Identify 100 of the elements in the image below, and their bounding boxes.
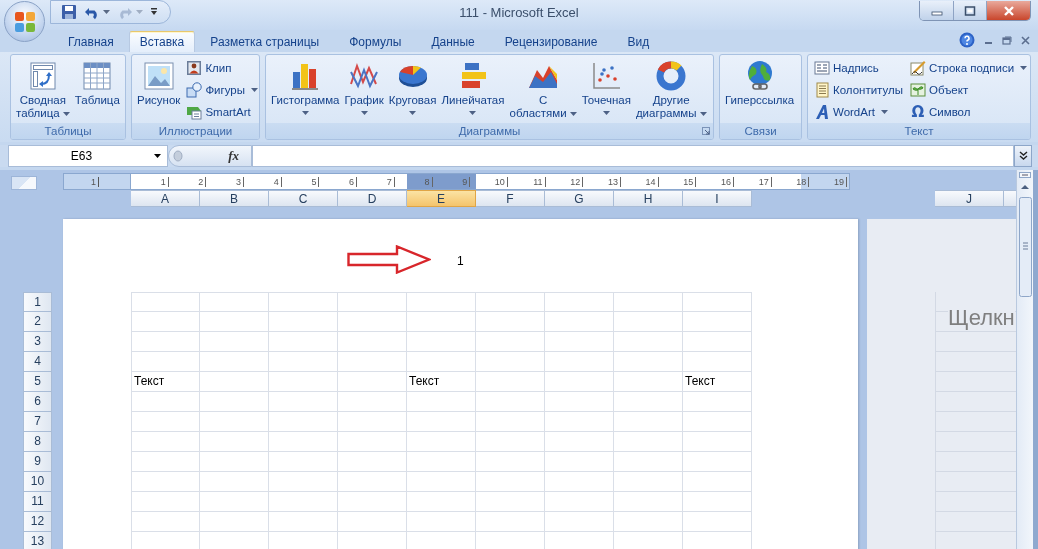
table-cell — [407, 432, 476, 452]
close-icon[interactable] — [1021, 35, 1030, 45]
table-cell — [476, 352, 545, 372]
ribbon-tab[interactable]: Рецензирование — [489, 31, 613, 52]
column-header[interactable]: H — [614, 190, 683, 207]
caret-icon — [154, 154, 161, 158]
ribbon-button[interactable]: График — [342, 57, 386, 115]
ribbon-button[interactable]: Точечная — [579, 57, 633, 115]
table-cell — [614, 352, 683, 372]
help-icon[interactable] — [959, 32, 975, 48]
ribbon-button[interactable]: SmartArt — [183, 102, 259, 122]
row-header[interactable]: 11 — [23, 492, 52, 512]
table-cell — [338, 452, 407, 472]
formula-input[interactable] — [252, 145, 1014, 167]
ribbon-button[interactable]: Гиперссылка — [723, 57, 797, 107]
table-cell — [200, 292, 269, 312]
table-cell — [131, 512, 200, 532]
table-cell — [545, 432, 614, 452]
table-cell — [614, 372, 683, 392]
ribbon-button[interactable]: Фигуры — [183, 80, 259, 100]
group-title: Диаграммы — [458, 125, 521, 137]
ribbon-button[interactable]: Сводная таблица — [14, 57, 72, 120]
column-header[interactable]: B — [200, 190, 269, 207]
ribbon-tab[interactable]: Вид — [612, 31, 665, 52]
row-header[interactable]: 10 — [23, 472, 52, 492]
row-header[interactable]: 3 — [23, 332, 52, 352]
wordart-icon — [814, 104, 830, 120]
select-all-button[interactable] — [11, 176, 37, 190]
scroll-thumb-icon[interactable] — [1018, 197, 1032, 297]
group-title: Таблицы — [44, 125, 92, 137]
ribbon-button[interactable]: Ω Символ — [907, 102, 1030, 122]
ribbon-tab[interactable]: Разметка страницы — [195, 31, 335, 52]
name-box[interactable]: E63 — [8, 145, 168, 167]
table-cell — [407, 332, 476, 352]
row-header[interactable]: 8 — [23, 432, 52, 452]
ribbon-button[interactable]: Строка подписи — [907, 58, 1030, 78]
table-cell — [131, 432, 200, 452]
ribbon-button[interactable]: С областями — [507, 57, 579, 120]
column-header[interactable]: F — [476, 190, 545, 207]
column-header[interactable]: E — [407, 190, 476, 207]
split-icon[interactable] — [1019, 172, 1031, 178]
row-header[interactable]: 2 — [23, 312, 52, 332]
row-header[interactable]: 9 — [23, 452, 52, 472]
column-header[interactable]: G — [545, 190, 614, 207]
ribbon-button[interactable]: Клип — [183, 58, 259, 78]
table-cell — [476, 332, 545, 352]
column-header[interactable]: C — [269, 190, 338, 207]
table-cell — [338, 472, 407, 492]
table-cell — [476, 392, 545, 412]
table-cell — [545, 412, 614, 432]
ribbon-button[interactable]: Гистограмма — [269, 57, 342, 115]
table-cell — [131, 392, 200, 412]
row-header[interactable]: 4 — [23, 352, 52, 372]
column-header[interactable]: I — [683, 190, 752, 207]
ruler-number: 18 — [771, 177, 810, 187]
table-cell — [683, 432, 752, 452]
ribbon-button[interactable]: Таблица — [72, 57, 122, 107]
row-header[interactable]: 13 — [23, 532, 52, 549]
expand-button[interactable] — [1014, 145, 1032, 167]
row-header[interactable]: 12 — [23, 512, 52, 532]
table-cell — [131, 452, 200, 472]
ribbon-button[interactable]: Колонтитулы — [811, 80, 906, 100]
row-header[interactable]: 5 — [23, 372, 52, 392]
row-header[interactable]: 7 — [23, 412, 52, 432]
ribbon-tab[interactable]: Главная — [53, 31, 129, 52]
save-button[interactable] — [59, 3, 79, 21]
ruler-number: 14 — [620, 177, 659, 187]
ribbon-button[interactable]: Другие диаграммы — [633, 57, 709, 120]
ribbon-button[interactable]: Круговая — [386, 57, 439, 115]
ribbon-tab[interactable]: Вставка — [128, 31, 196, 52]
table-cell — [683, 392, 752, 412]
table-cell — [614, 472, 683, 492]
column-header[interactable]: D — [338, 190, 407, 207]
ruler-number: 15 — [658, 177, 697, 187]
restore-button[interactable] — [953, 1, 986, 20]
ribbon-button[interactable]: Надпись — [811, 58, 906, 78]
table-cell — [200, 352, 269, 372]
dialog-launcher-icon[interactable] — [702, 127, 710, 135]
ribbon-button[interactable]: Рисунок — [135, 57, 183, 107]
ribbon-button[interactable]: Линейчатая — [439, 57, 507, 115]
column-header[interactable]: A — [131, 190, 200, 207]
insert-function-button[interactable]: fx — [228, 148, 239, 164]
ribbon-tab[interactable]: Данные — [416, 31, 490, 52]
row-header[interactable]: 6 — [23, 392, 52, 412]
restore-icon[interactable] — [1002, 35, 1012, 45]
ribbon-button[interactable]: WordArt — [811, 102, 906, 122]
table-cell — [131, 472, 200, 492]
grip-icon[interactable] — [173, 149, 185, 163]
shapes-icon — [186, 82, 203, 98]
table-cell — [545, 372, 614, 392]
ruler-number: 5 — [281, 177, 320, 187]
table-cell — [338, 432, 407, 452]
table-cell — [476, 312, 545, 332]
close-button[interactable] — [986, 1, 1030, 20]
ribbon-button[interactable]: Объект — [907, 80, 1030, 100]
table-cell — [131, 332, 200, 352]
ribbon-tab[interactable]: Формулы — [334, 31, 417, 52]
row-header[interactable]: 1 — [23, 292, 52, 312]
ruler-number: 6 — [319, 177, 358, 187]
column-header[interactable]: J — [935, 190, 1004, 207]
